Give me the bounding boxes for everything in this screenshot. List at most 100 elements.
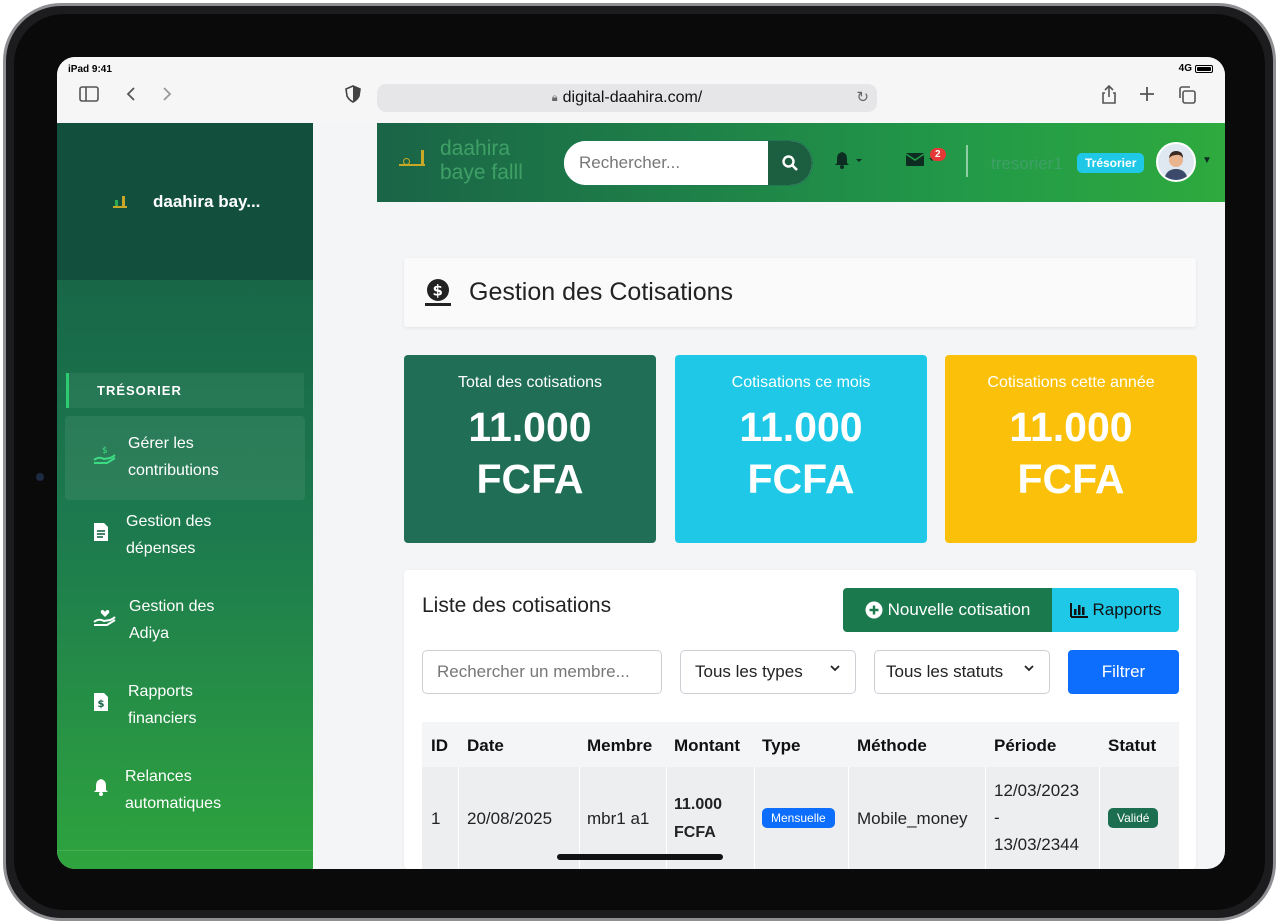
hand-money-icon: $ (93, 444, 117, 475)
svg-text:$: $ (98, 699, 105, 710)
back-icon[interactable] (125, 85, 137, 108)
navbar-brand[interactable]: daahira baye falll (440, 137, 523, 185)
navbar-brand-line2: baye falll (440, 161, 523, 184)
role-badge: Trésorier (1077, 153, 1145, 173)
user-menu-caret-icon[interactable]: ▼ (1202, 155, 1212, 166)
column-separator (848, 767, 849, 869)
new-contribution-label: Nouvelle cotisation (887, 600, 1031, 619)
sidebar-brand[interactable]: daahira bay... (57, 123, 313, 280)
column-separator (1099, 767, 1100, 869)
sidebar-item-label: Relances (125, 768, 192, 785)
stat-title: Cotisations ce mois (731, 374, 871, 391)
search-button[interactable] (766, 141, 812, 185)
forward-icon[interactable] (161, 85, 173, 108)
sidebar-divider (57, 850, 313, 851)
column-header[interactable]: Statut (1108, 736, 1156, 756)
notifications-bell-icon[interactable] (834, 151, 862, 174)
column-separator (985, 767, 986, 869)
lock-icon: 🔒︎ (551, 91, 558, 104)
stat-value-amount: 11.000 (739, 404, 863, 450)
sidebar-item-label: Gestion des (126, 513, 212, 530)
navbar-search (563, 140, 813, 186)
column-header[interactable]: Période (994, 736, 1056, 756)
cell-period-end: 13/03/2344 (994, 835, 1080, 854)
stat-title: Total des cotisations (457, 374, 603, 391)
cell-id: 1 (431, 809, 441, 828)
front-camera (36, 473, 44, 481)
stat-card-month: Cotisations ce mois 11.000 FCFA (675, 355, 927, 543)
receipt-icon (93, 522, 109, 551)
cell-period-start: 12/03/2023 (994, 781, 1080, 800)
sidebar-item-expenses[interactable]: Gestion des dépenses (65, 503, 305, 579)
reports-button[interactable]: Rapports (1052, 588, 1179, 632)
navbar-divider (966, 145, 968, 177)
sidebar-item-label: automatiques (125, 795, 222, 812)
column-header[interactable]: Montant (674, 736, 740, 756)
type-badge: Mensuelle (762, 808, 835, 828)
new-tab-icon[interactable] (1138, 85, 1156, 108)
member-search-input[interactable]: Rechercher un membre... (422, 650, 662, 694)
svg-text:$: $ (102, 446, 108, 456)
sidebar-item-reports[interactable]: $ Rapports financiers (65, 673, 305, 749)
sidebar-item-contributions[interactable]: $ Gérer les contributions (65, 416, 305, 500)
type-select-value: Tous les types (695, 662, 803, 681)
contributions-list-card: Liste des cotisations Nouvelle cotisatio… (404, 570, 1196, 869)
status-select[interactable]: Tous les statuts (874, 650, 1050, 694)
sidebar: daahira bay... TRÉSORIER $ Gérer les con… (57, 123, 313, 869)
navbar-brand-line1: daahira (440, 137, 511, 160)
url-bar[interactable]: 🔒︎ digital-daahira.com/ ↻ (377, 84, 877, 112)
table-row[interactable]: 1 20/08/2025 mbr1 a1 11.000 FCFA Mensuel… (422, 767, 1179, 869)
stat-card-total: Total des cotisations 11.000 FCFA (404, 355, 656, 543)
navbar-username[interactable]: tresorier1 (991, 154, 1063, 174)
hand-heart-icon (93, 608, 117, 637)
safari-toolbar: iPad 9:41 4G 🔒︎ digital-daahira.com/ ↻ (57, 57, 1225, 123)
search-icon (782, 155, 798, 171)
cell-period-separator: - (994, 808, 1000, 827)
navbar-search-input[interactable] (564, 141, 766, 185)
new-contribution-button[interactable]: Nouvelle cotisation (843, 588, 1052, 632)
sidebar-item-reminders[interactable]: Relances automatiques (65, 758, 305, 834)
filter-button[interactable]: Filtrer (1068, 650, 1179, 694)
privacy-shield-icon[interactable] (345, 85, 361, 108)
reports-label: Rapports (1092, 600, 1162, 619)
top-navbar: daahira baye falll 2 tresorier1 Trésorie… (377, 123, 1225, 202)
sidebar-item-label: Gérer les (128, 435, 194, 452)
cell-period: 12/03/2023 - 13/03/2344 (994, 777, 1079, 858)
invoice-dollar-icon: $ (93, 692, 109, 721)
money-bag-icon: $ (425, 278, 451, 306)
status-badge: Validé (1108, 808, 1159, 828)
screen: iPad 9:41 4G 🔒︎ digital-daahira.com/ ↻ d… (57, 57, 1225, 869)
list-title: Liste des cotisations (422, 594, 612, 617)
sidebar-item-adiya[interactable]: Gestion des Adiya (65, 588, 305, 664)
cell-method: Mobile_money (857, 809, 968, 828)
stat-value-currency: FCFA (1017, 456, 1125, 502)
cell-member: mbr1 a1 (587, 809, 650, 828)
column-header[interactable]: Membre (587, 736, 652, 756)
stat-value: 11.000 FCFA (945, 401, 1197, 505)
sidebar-toggle-icon[interactable] (79, 85, 99, 108)
stat-title: Cotisations cette année (987, 374, 1155, 391)
status-select-value: Tous les statuts (886, 662, 1004, 681)
column-header[interactable]: Date (467, 736, 504, 756)
stat-value-currency: FCFA (747, 456, 855, 502)
stat-value-amount: 11.000 (468, 404, 592, 450)
column-header[interactable]: ID (431, 736, 448, 756)
column-header[interactable]: Méthode (857, 736, 927, 756)
chevron-down-icon (1019, 662, 1035, 677)
tabs-overview-icon[interactable] (1177, 85, 1197, 110)
home-indicator[interactable] (557, 854, 723, 860)
navbar-logo-icon[interactable] (399, 150, 425, 166)
column-header[interactable]: Type (762, 736, 800, 756)
avatar[interactable] (1156, 142, 1196, 182)
messages-badge: 2 (930, 148, 946, 161)
svg-text:$: $ (433, 282, 443, 300)
sidebar-section-label: TRÉSORIER (66, 373, 304, 408)
sidebar-item-label: Gestion des (129, 598, 215, 615)
share-icon[interactable] (1100, 84, 1118, 110)
sidebar-item-label: financiers (128, 710, 197, 727)
reload-icon[interactable]: ↻ (856, 88, 869, 106)
type-select[interactable]: Tous les types (680, 650, 856, 694)
chevron-down-icon (829, 662, 841, 677)
page-title: Gestion des Cotisations (469, 278, 734, 306)
status-time: iPad 9:41 (68, 64, 112, 75)
